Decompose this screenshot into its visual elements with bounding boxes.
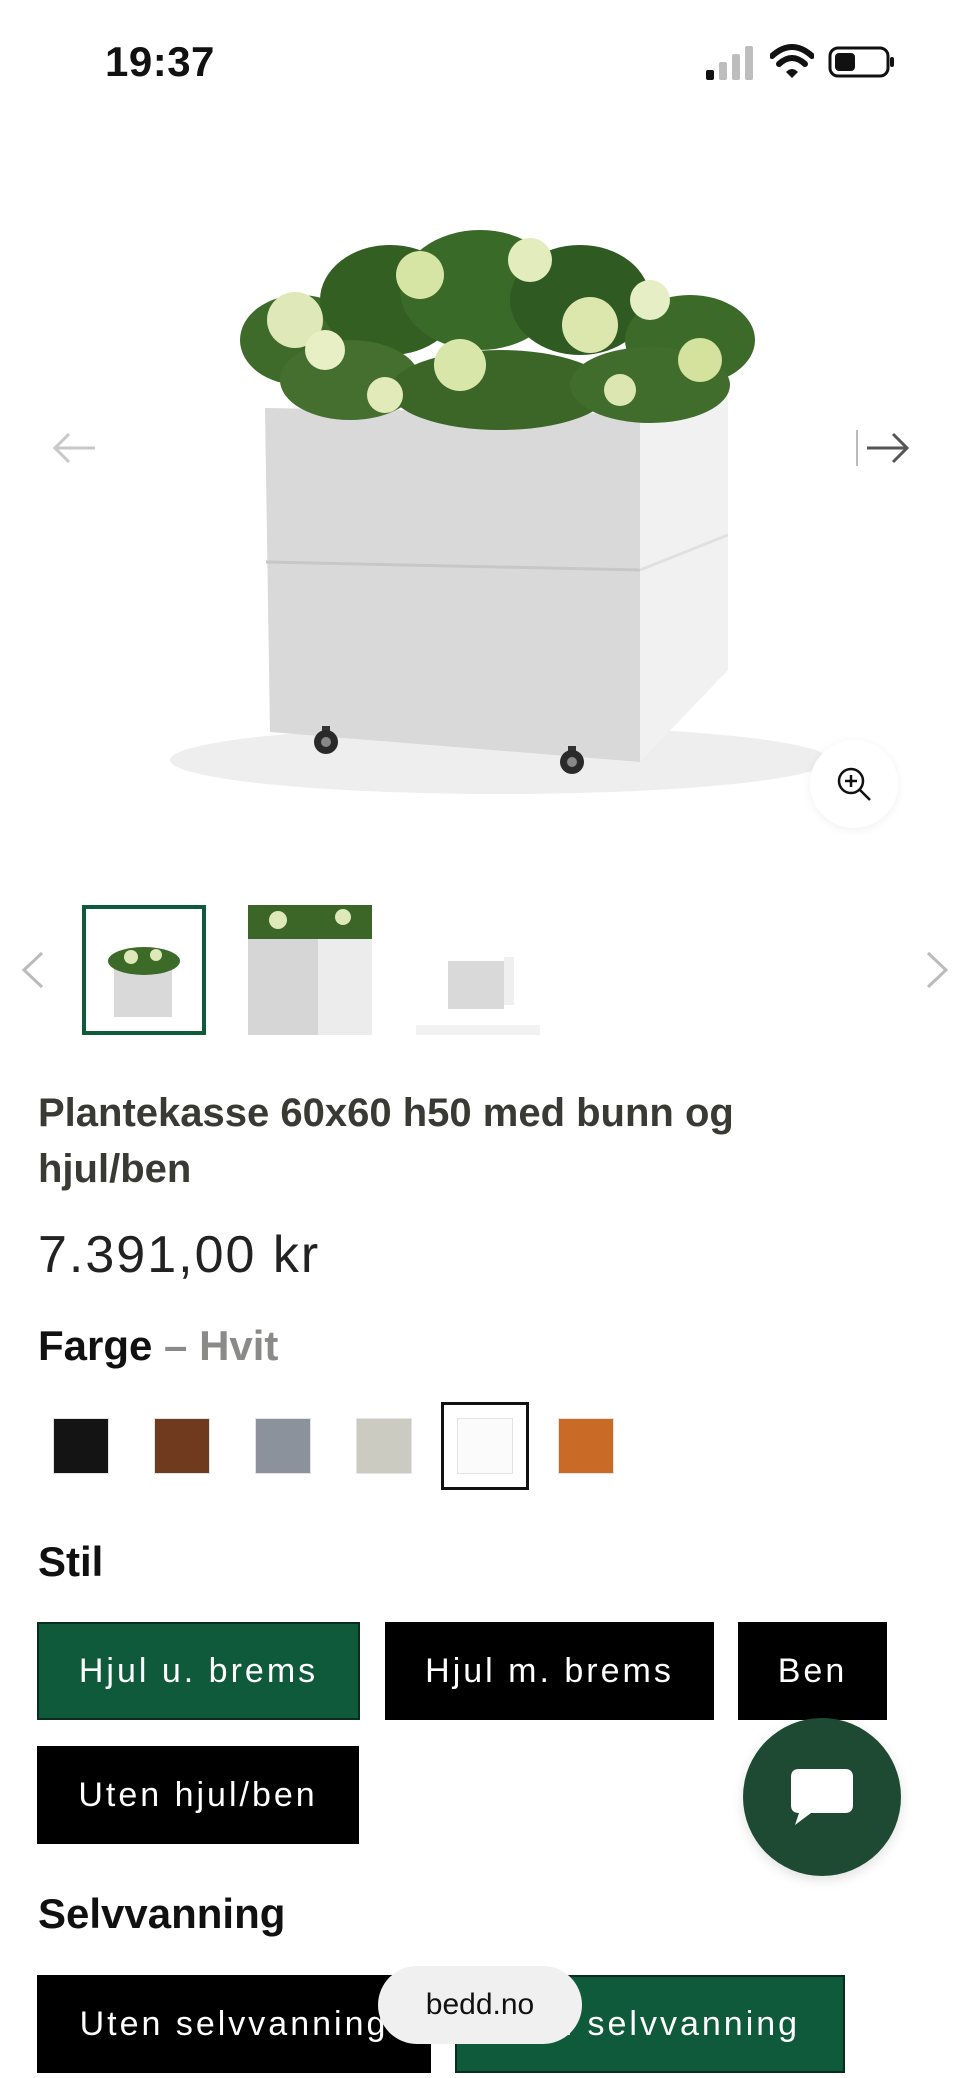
thumbnail-image (248, 905, 372, 1035)
thumbnail-prev-icon[interactable] (12, 945, 52, 995)
swatch-fill (53, 1418, 109, 1474)
color-swatch-white[interactable] (441, 1402, 529, 1490)
zoom-in-icon (837, 767, 871, 801)
style-option-wheels-no-brake[interactable]: Hjul u. brems (37, 1622, 360, 1720)
style-option-wheels-brake[interactable]: Hjul m. brems (385, 1622, 714, 1720)
style-option-label: Stil (38, 1538, 104, 1585)
color-swatch-black[interactable] (37, 1402, 125, 1490)
status-time: 19:37 (105, 38, 215, 85)
style-option-none[interactable]: Uten hjul/ben (37, 1746, 359, 1844)
thumbnail-image (86, 909, 202, 1031)
browser-url-chip[interactable]: bedd.no (378, 1966, 582, 2044)
arrow-right-icon[interactable] (855, 418, 915, 478)
color-swatch-orange[interactable] (542, 1402, 630, 1490)
color-label: Farge (38, 1322, 153, 1369)
swatch-fill (457, 1418, 513, 1474)
self-watering-without[interactable]: Uten selvvanning (37, 1975, 431, 2073)
arrow-left-icon[interactable] (45, 418, 105, 478)
wifi-icon (770, 44, 814, 78)
style-option-legs[interactable]: Ben (738, 1622, 887, 1720)
chat-button[interactable] (743, 1718, 901, 1876)
color-swatch-grey[interactable] (239, 1402, 327, 1490)
product-price: 7.391,00 kr (38, 1226, 321, 1284)
color-swatch-beige[interactable] (340, 1402, 428, 1490)
cellular-signal-icon (706, 46, 753, 80)
color-separator: – (152, 1322, 200, 1369)
thumbnail-image (416, 905, 540, 1035)
selected-color-value: Hvit (199, 1322, 279, 1369)
product-title: Plantekasse 60x60 h50 med bunn og hjul/b… (38, 1091, 734, 1191)
battery-icon (828, 46, 894, 78)
thumbnail-3[interactable] (416, 905, 540, 1035)
chat-bubble-icon (791, 1769, 853, 1825)
thumbnail-2[interactable] (248, 905, 372, 1035)
thumbnail-next-icon[interactable] (918, 945, 958, 995)
swatch-fill (558, 1418, 614, 1474)
swatch-fill (154, 1418, 210, 1474)
swatch-fill (356, 1418, 412, 1474)
color-option-label: Farge – Hvit (38, 1322, 278, 1370)
thumbnail-1[interactable] (82, 905, 206, 1035)
zoom-button[interactable] (810, 740, 898, 828)
self-watering-label: Selvvanning (38, 1890, 286, 1937)
color-swatch-brown[interactable] (138, 1402, 226, 1490)
swatch-fill (255, 1418, 311, 1474)
